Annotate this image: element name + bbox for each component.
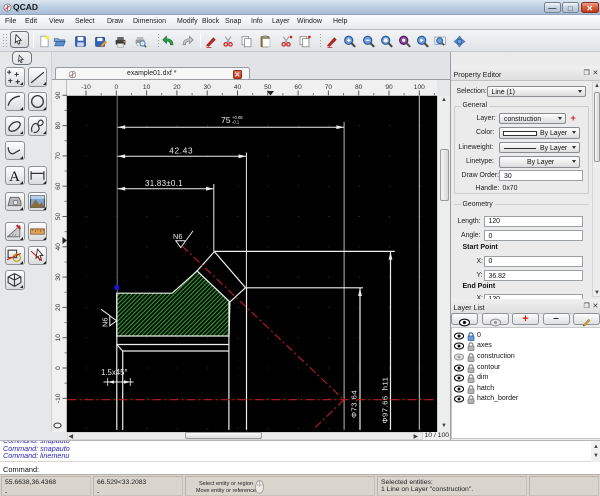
svg-text:0: 0 (55, 365, 62, 369)
svg-text:42.43: 42.43 (169, 146, 193, 155)
svg-text:90: 90 (55, 91, 62, 99)
svg-text:80: 80 (355, 84, 363, 91)
svg-text:60: 60 (294, 84, 302, 91)
svg-text:A: A (9, 169, 20, 184)
svg-text:20: 20 (173, 84, 181, 91)
svg-text:-0.1: -0.1 (232, 119, 240, 124)
svg-text:60: 60 (55, 182, 62, 190)
svg-text:40: 40 (233, 84, 241, 91)
svg-text:20: 20 (55, 303, 62, 311)
svg-text:1.5x45°: 1.5x45° (101, 368, 128, 377)
svg-text:70: 70 (55, 151, 62, 159)
svg-text:N6: N6 (100, 317, 109, 326)
svg-text:-10: -10 (81, 84, 91, 91)
svg-text:Φ73.64: Φ73.64 (349, 389, 358, 417)
svg-text:30: 30 (203, 84, 211, 91)
svg-text:50: 50 (55, 212, 62, 220)
svg-text:100: 100 (413, 84, 424, 91)
svg-text:70: 70 (324, 84, 332, 91)
svg-text:90: 90 (385, 84, 393, 91)
svg-text:31.83±0.1: 31.83±0.1 (145, 179, 183, 188)
svg-text:30: 30 (55, 273, 62, 281)
svg-text:10: 10 (55, 333, 62, 341)
svg-text:10: 10 (142, 84, 150, 91)
svg-text:N6: N6 (173, 232, 182, 241)
svg-text:75: 75 (221, 115, 231, 125)
svg-text:80: 80 (55, 121, 62, 129)
svg-text:50: 50 (264, 84, 272, 91)
svg-text:40: 40 (55, 242, 62, 250)
svg-text:0: 0 (114, 84, 118, 91)
svg-text:-10: -10 (55, 393, 62, 403)
